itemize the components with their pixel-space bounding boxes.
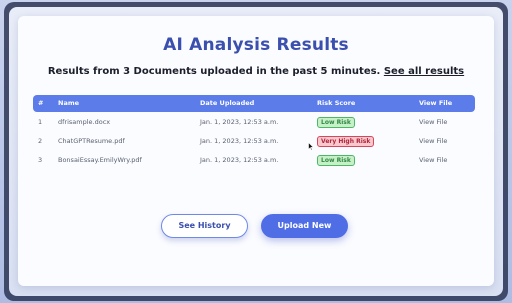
file-name: dfrisample.docx	[58, 118, 111, 126]
risk-badge: Low Risk	[317, 155, 355, 166]
results-table-header: # Name Date Uploaded Risk Score View Fil…	[33, 95, 475, 112]
header-number: #	[38, 99, 44, 107]
risk-badge: Very High Risk	[317, 136, 375, 147]
upload-date: Jan. 1, 2023, 12:53 a.m.	[200, 137, 279, 145]
table-row: 3 BonsaiEssay.EmilyWry.pdf Jan. 1, 2023,…	[33, 151, 475, 170]
view-file-link[interactable]: View File	[419, 132, 447, 151]
upload-date: Jan. 1, 2023, 12:53 a.m.	[200, 156, 279, 164]
upload-new-button[interactable]: Upload New	[261, 214, 348, 238]
view-file-link[interactable]: View File	[419, 113, 447, 132]
upload-date: Jan. 1, 2023, 12:53 a.m.	[200, 118, 279, 126]
row-number: 2	[38, 137, 43, 145]
page-title: AI Analysis Results	[163, 35, 349, 55]
file-name: BonsaiEssay.EmilyWry.pdf	[58, 156, 142, 164]
results-summary: Results from 3 Documents uploaded in the…	[0, 66, 512, 77]
view-file-link[interactable]: View File	[419, 151, 447, 170]
header-date-uploaded: Date Uploaded	[200, 99, 255, 107]
mouse-pointer-icon	[308, 142, 314, 151]
header-view-file: View File	[419, 99, 453, 107]
header-risk-score: Risk Score	[317, 99, 356, 107]
results-summary-text: Results from 3 Documents uploaded in the…	[47, 66, 381, 77]
header-name: Name	[58, 99, 80, 107]
row-number: 3	[38, 156, 43, 164]
table-row: 1 dfrisample.docx Jan. 1, 2023, 12:53 a.…	[33, 113, 475, 132]
see-all-results-link[interactable]: See all results	[384, 66, 464, 77]
file-name: ChatGPTResume.pdf	[58, 137, 125, 145]
row-number: 1	[38, 118, 43, 126]
table-row: 2 ChatGPTResume.pdf Jan. 1, 2023, 12:53 …	[33, 132, 475, 151]
see-history-button[interactable]: See History	[161, 214, 248, 238]
risk-badge: Low Risk	[317, 117, 355, 128]
